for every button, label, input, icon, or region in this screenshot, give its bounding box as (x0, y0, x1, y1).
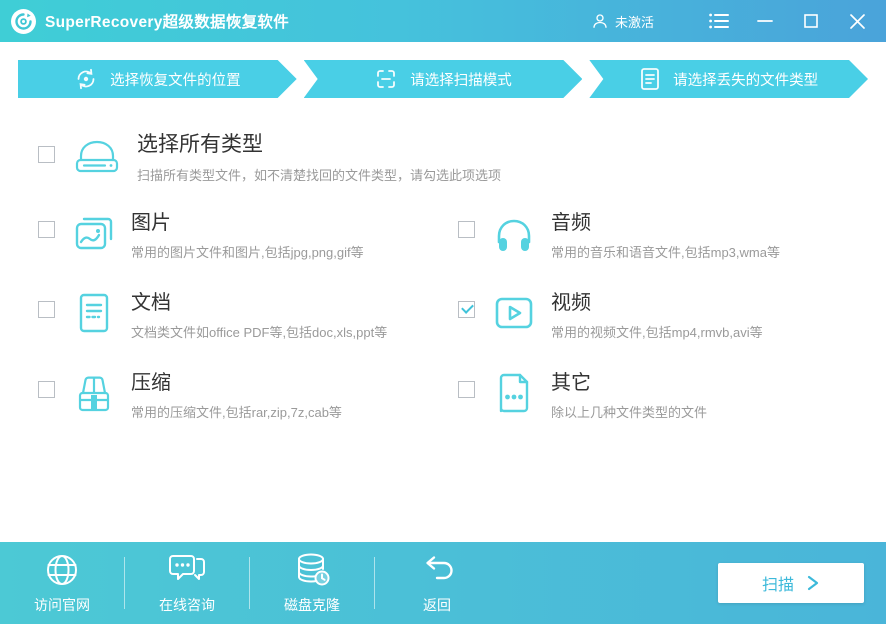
footer-action-label: 在线咨询 (159, 597, 215, 613)
image-checkbox[interactable] (38, 221, 55, 238)
chat-icon (169, 555, 205, 580)
recover-location-icon (74, 67, 98, 91)
file-type-description: 文档类文件如office PDF等,包括doc,xls,ppt等 (131, 325, 388, 340)
app-title: SuperRecovery超级数据恢复软件 (45, 14, 290, 31)
wizard-steps: 选择恢复文件的位置 请选择扫描模式 请选择丢失的文件类型 (18, 60, 868, 98)
footer-action-label: 返回 (423, 597, 451, 613)
other-icon (491, 371, 537, 420)
disk-clone-icon (298, 553, 330, 586)
file-type-selection: 选择所有类型 扫描所有类型文件，如不清楚找回的文件类型，请勾选此项选项 图片 常… (0, 98, 886, 542)
scan-button[interactable]: 扫描 (718, 563, 864, 603)
file-type-other[interactable]: 其它 除以上几种文件类型的文件 (458, 371, 878, 451)
image-icon (71, 211, 117, 260)
close-button[interactable] (842, 6, 872, 36)
footer-actions: 访问官网 在线咨询 磁盘克隆 返回 (0, 542, 499, 624)
footer-toolbar: 访问官网 在线咨询 磁盘克隆 返回 扫描 (0, 542, 886, 624)
step-label: 选择恢复文件的位置 (110, 72, 241, 89)
video-checkbox[interactable] (458, 301, 475, 318)
archive-checkbox[interactable] (38, 381, 55, 398)
file-type-grid: 图片 常用的图片文件和图片,包括jpg,png,gif等 音频 常用的音乐和语音… (38, 211, 886, 451)
file-type-audio[interactable]: 音频 常用的音乐和语音文件,包括mp3,wma等 (458, 211, 878, 291)
drive-icon (69, 132, 125, 185)
select-all-row[interactable]: 选择所有类型 扫描所有类型文件，如不清楚找回的文件类型，请勾选此项选项 (0, 98, 886, 185)
menu-icon[interactable] (704, 6, 734, 36)
audio-icon (491, 211, 537, 260)
scan-mode-icon (374, 67, 398, 91)
file-type-title: 压缩 (131, 372, 171, 394)
file-type-image[interactable]: 图片 常用的图片文件和图片,包括jpg,png,gif等 (38, 211, 458, 291)
file-type-video[interactable]: 视频 常用的视频文件,包括mp4,rmvb,avi等 (458, 291, 878, 371)
disk-clone-button[interactable]: 磁盘克隆 (250, 542, 374, 624)
file-type-document[interactable]: 文档 文档类文件如office PDF等,包括doc,xls,ppt等 (38, 291, 458, 371)
step-label: 请选择丢失的文件类型 (673, 72, 819, 89)
file-type-icon (639, 67, 661, 91)
user-icon (593, 14, 607, 28)
select-all-description: 扫描所有类型文件，如不清楚找回的文件类型，请勾选此项选项 (137, 168, 502, 184)
activation-status[interactable]: 未激活 (591, 12, 654, 31)
file-type-description: 常用的音乐和语音文件,包括mp3,wma等 (551, 245, 780, 260)
file-type-title: 文档 (131, 292, 171, 314)
scan-button-label: 扫描 (761, 577, 794, 594)
file-type-description: 常用的视频文件,包括mp4,rmvb,avi等 (551, 325, 763, 340)
app-logo-icon (10, 8, 37, 35)
file-type-archive[interactable]: 压缩 常用的压缩文件,包括rar,zip,7z,cab等 (38, 371, 458, 451)
file-type-title: 图片 (131, 212, 171, 234)
document-checkbox[interactable] (38, 301, 55, 318)
file-type-description: 除以上几种文件类型的文件 (551, 405, 708, 420)
file-type-title: 音频 (551, 212, 591, 234)
step-scan-mode: 请选择扫描模式 (304, 60, 583, 98)
file-type-title: 其它 (551, 372, 591, 394)
document-icon (71, 291, 117, 340)
titlebar: SuperRecovery超级数据恢复软件 未激活 (0, 0, 886, 42)
back-button[interactable]: 返回 (375, 542, 499, 624)
file-type-title: 视频 (551, 292, 591, 314)
globe-icon (47, 555, 77, 585)
file-type-description: 常用的图片文件和图片,包括jpg,png,gif等 (131, 245, 364, 260)
other-checkbox[interactable] (458, 381, 475, 398)
archive-icon (71, 371, 117, 420)
step-label: 请选择扫描模式 (410, 72, 512, 89)
select-all-title: 选择所有类型 (137, 133, 263, 156)
minimize-button[interactable] (750, 6, 780, 36)
select-all-checkbox[interactable] (38, 146, 55, 163)
footer-action-label: 磁盘克隆 (284, 597, 340, 613)
chevron-right-icon (807, 575, 819, 591)
online-support-button[interactable]: 在线咨询 (125, 542, 249, 624)
step-select-location: 选择恢复文件的位置 (18, 60, 297, 98)
audio-checkbox[interactable] (458, 221, 475, 238)
maximize-button[interactable] (796, 6, 826, 36)
file-type-description: 常用的压缩文件,包括rar,zip,7z,cab等 (131, 405, 342, 420)
step-file-type: 请选择丢失的文件类型 (589, 60, 868, 98)
visit-website-button[interactable]: 访问官网 (0, 542, 124, 624)
footer-action-label: 访问官网 (34, 597, 90, 613)
return-icon (426, 556, 453, 580)
video-icon (491, 291, 537, 340)
